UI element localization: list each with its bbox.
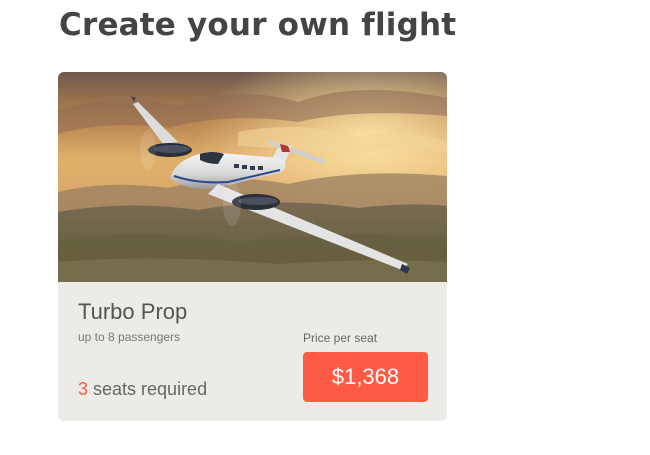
seats-required: 3 seats required bbox=[78, 378, 207, 400]
seats-required-label: seats required bbox=[88, 379, 208, 399]
card-details: Turbo Prop up to 8 passengers 3 seats re… bbox=[58, 282, 447, 421]
page-title: Create your own flight bbox=[59, 7, 457, 43]
aircraft-name: Turbo Prop bbox=[78, 299, 188, 324]
passenger-capacity: up to 8 passengers bbox=[78, 330, 181, 344]
aircraft-card[interactable]: Turbo Prop up to 8 passengers 3 seats re… bbox=[58, 72, 447, 421]
price-per-seat-label: Price per seat bbox=[303, 331, 378, 345]
aircraft-photo bbox=[58, 72, 447, 282]
seats-required-count: 3 bbox=[78, 379, 89, 399]
price-button[interactable]: $1,368 bbox=[303, 352, 428, 402]
